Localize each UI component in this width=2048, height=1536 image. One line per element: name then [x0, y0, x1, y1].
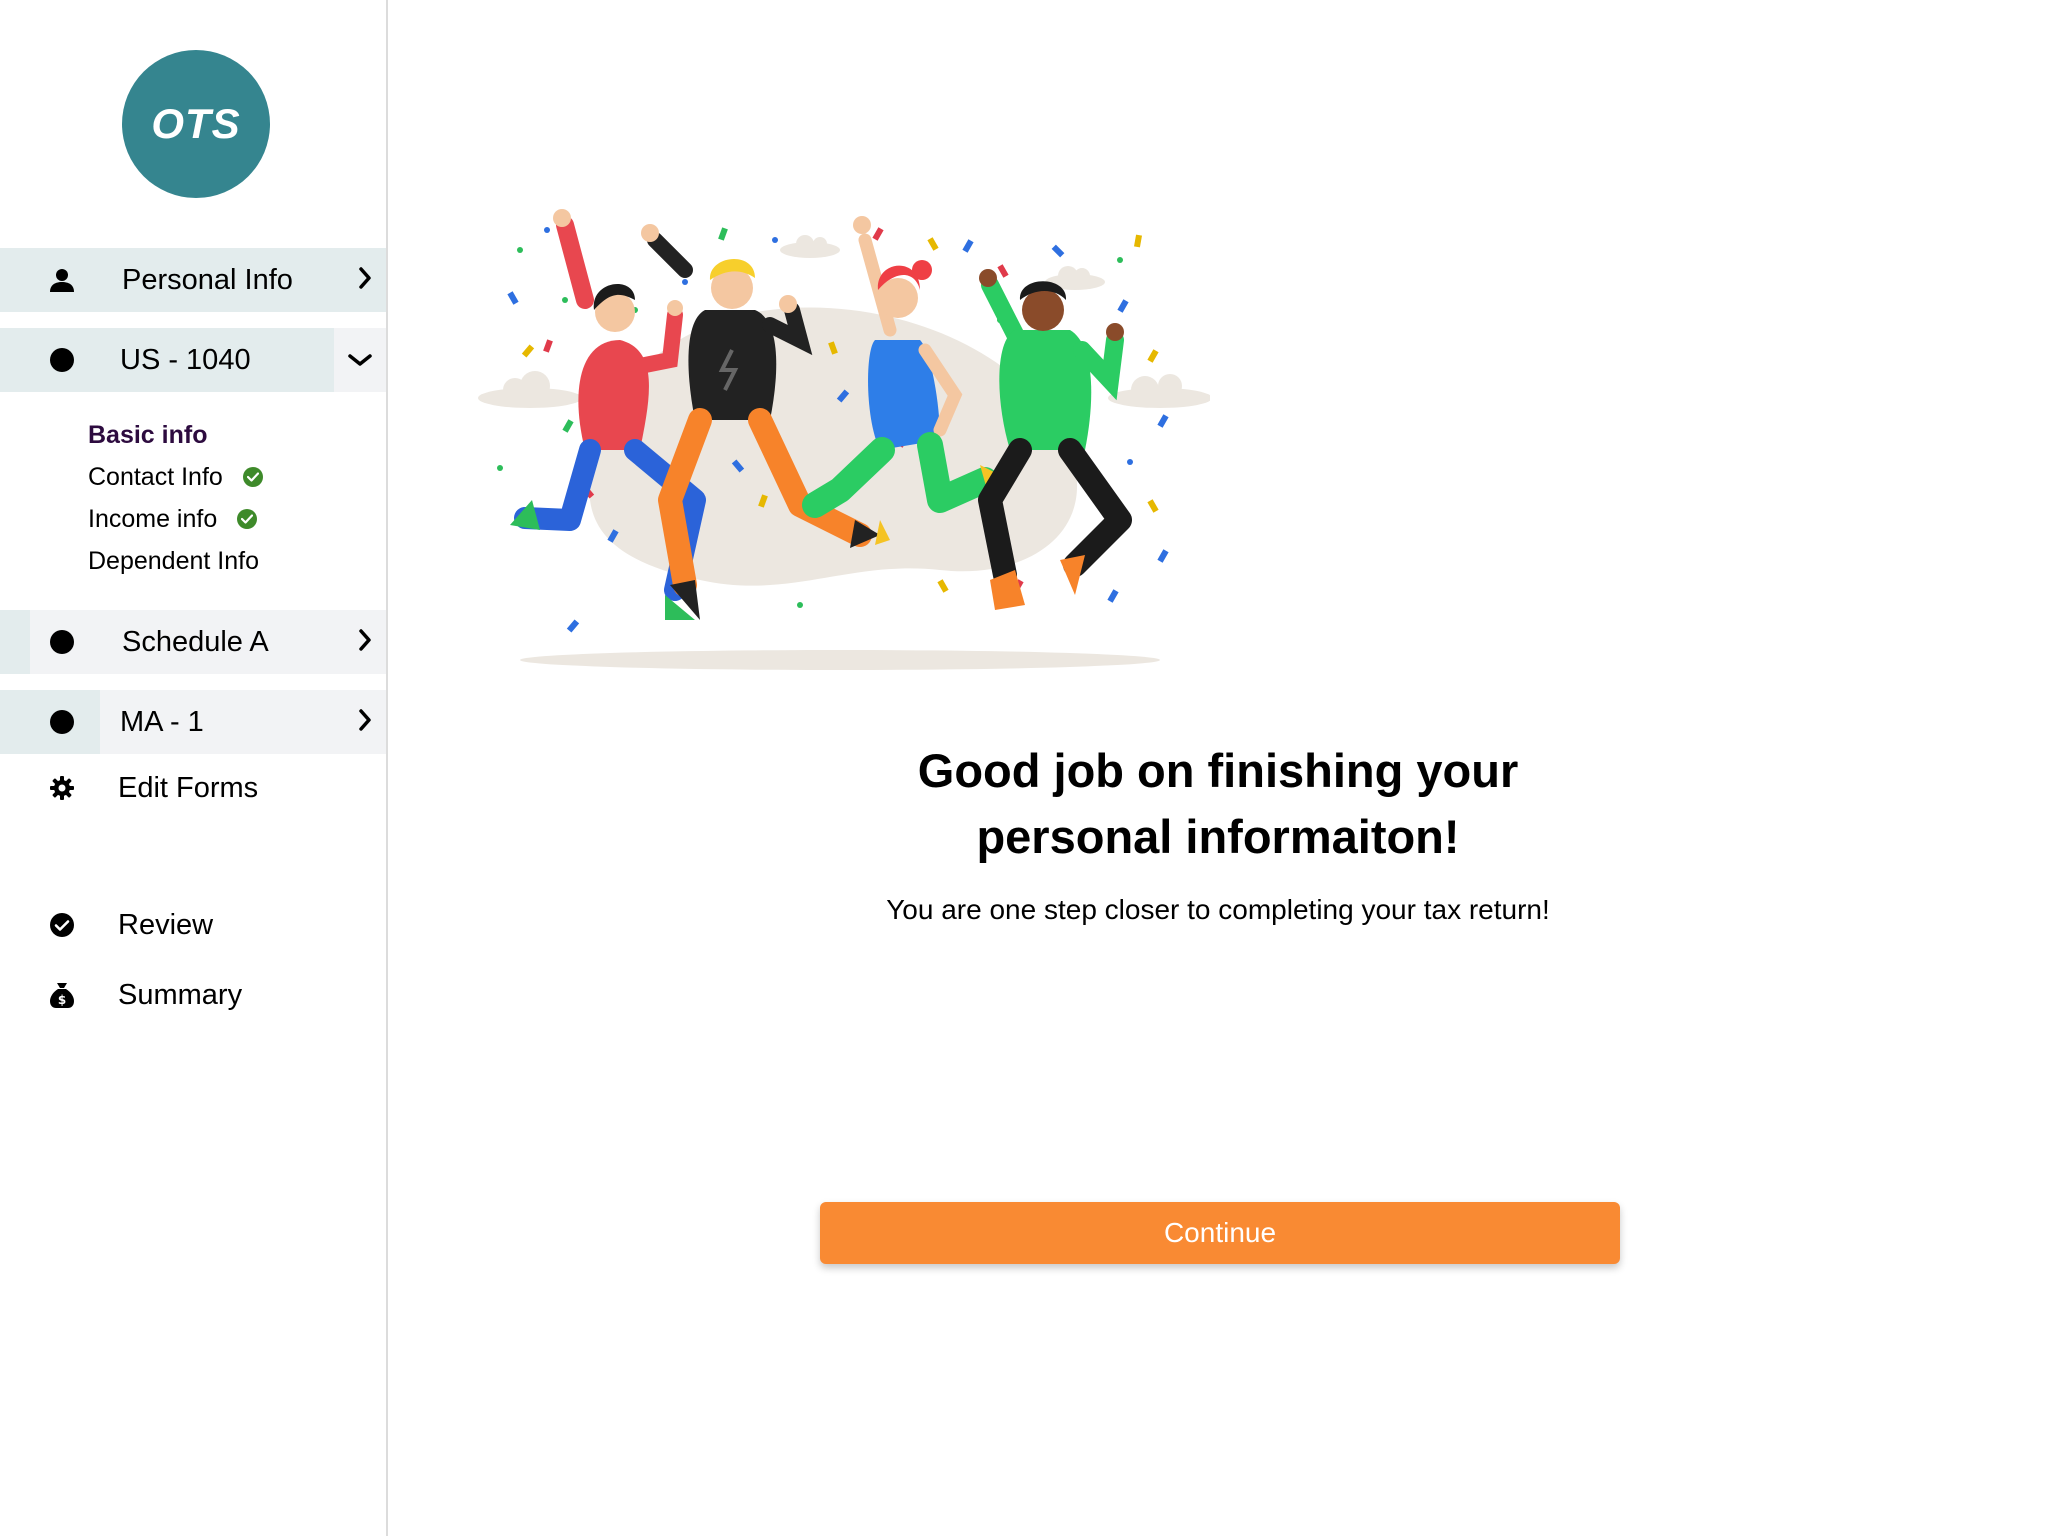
subtitle: You are one step closer to completing yo…	[886, 894, 1550, 925]
subitem-label: Basic info	[88, 421, 208, 449]
sidebar-item-label: Review	[118, 908, 214, 941]
logo-text: OTS	[151, 100, 241, 147]
page-title: Good job on finishing your personal info…	[388, 738, 2048, 870]
sidebar-item-label: Schedule A	[122, 625, 269, 658]
sidebar-item-review[interactable]: Review	[0, 893, 386, 957]
dot-icon	[48, 346, 76, 374]
user-icon	[48, 266, 76, 294]
money-bag-icon: $	[48, 981, 76, 1009]
sidebar-item-edit-forms[interactable]: Edit Forms	[0, 756, 386, 820]
ots-logo[interactable]: OTS	[122, 50, 270, 198]
dot-icon	[48, 708, 76, 736]
svg-text:$: $	[58, 993, 66, 1007]
sidebar: OTS Personal Info US - 1040 Basic info C…	[0, 0, 388, 1536]
subitem-income-info[interactable]: Income info	[88, 498, 263, 540]
celebration-illustration	[478, 209, 1210, 670]
completed-check-icon	[237, 509, 258, 529]
headline-line-2: personal informaiton!	[976, 810, 1460, 863]
us-1040-subnav: Basic info Contact Info Income info Depe…	[88, 414, 263, 582]
completed-check-icon	[242, 467, 263, 487]
sidebar-item-label: US - 1040	[120, 343, 251, 376]
subitem-basic-info[interactable]: Basic info	[88, 414, 263, 456]
check-circle-icon	[48, 911, 76, 939]
chevron-right-icon	[358, 705, 372, 739]
subitem-label: Dependent Info	[88, 547, 259, 575]
subitem-contact-info[interactable]: Contact Info	[88, 456, 263, 498]
continue-button[interactable]: Continue	[820, 1202, 1620, 1264]
sidebar-item-label: MA - 1	[120, 705, 204, 738]
chevron-right-icon	[358, 625, 372, 659]
subitem-dependent-info[interactable]: Dependent Info	[88, 540, 263, 582]
sidebar-item-ma-1[interactable]: MA - 1	[0, 690, 386, 754]
sidebar-item-label: Edit Forms	[118, 771, 259, 804]
subitem-label: Contact Info	[88, 463, 223, 491]
sidebar-item-schedule-a[interactable]: Schedule A	[0, 610, 386, 674]
sidebar-item-label: Personal Info	[122, 263, 293, 296]
sidebar-item-personal-info[interactable]: Personal Info	[0, 248, 386, 312]
sidebar-item-summary[interactable]: $ Summary	[0, 963, 386, 1027]
chevron-down-icon[interactable]	[334, 328, 386, 392]
gear-icon	[48, 774, 76, 802]
headline-line-1: Good job on finishing your	[917, 744, 1519, 797]
sidebar-item-us-1040[interactable]: US - 1040	[0, 328, 386, 392]
subitem-label: Income info	[88, 505, 218, 533]
sidebar-item-label: Summary	[118, 978, 243, 1011]
chevron-right-icon	[358, 263, 372, 297]
dot-icon	[48, 628, 76, 656]
